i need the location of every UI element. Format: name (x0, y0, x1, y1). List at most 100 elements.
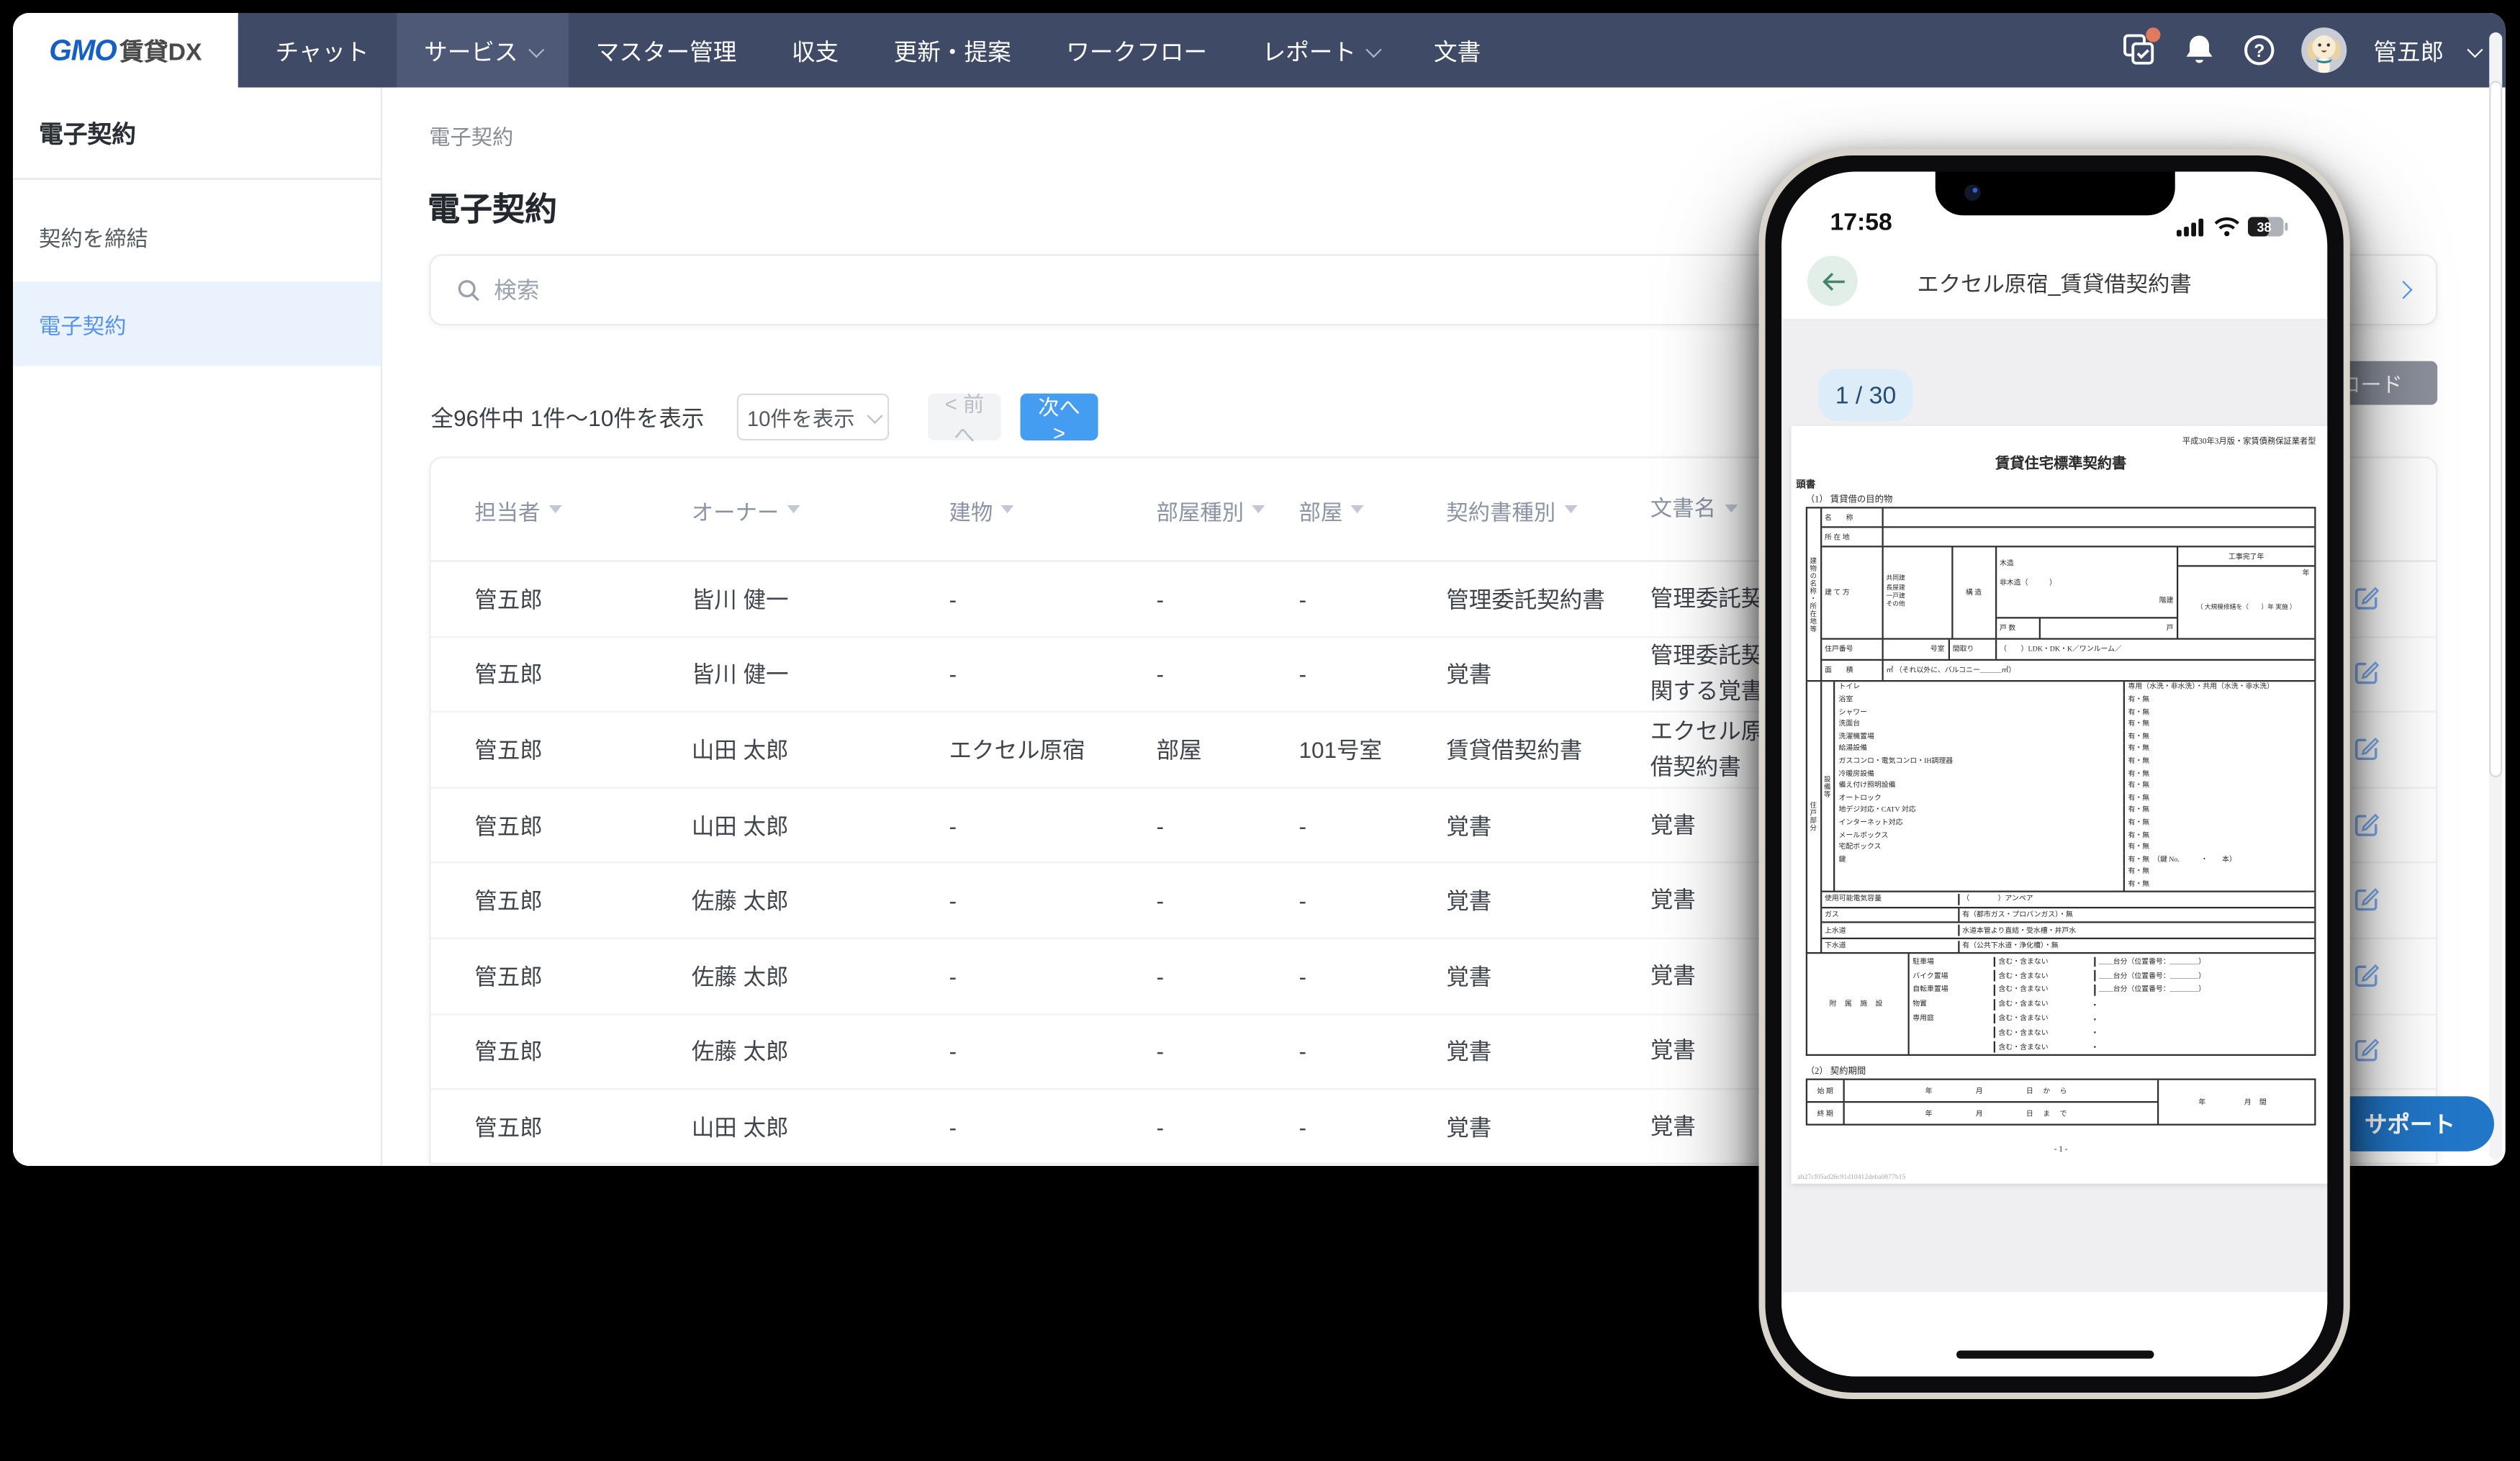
support-button[interactable]: サポート (2326, 1096, 2494, 1152)
cell-room: - (1299, 1039, 1307, 1064)
nav-item-renewal[interactable]: 更新・提案 (866, 13, 1039, 88)
nav-item-document[interactable]: 文書 (1406, 13, 1509, 88)
phone-header-title: エクセル原宿_賃貸借契約書 (1781, 265, 2327, 297)
doc-equipment-row: 宅配ボックス 有・無 (1835, 841, 2314, 854)
cell-building: - (949, 1114, 957, 1140)
home-indicator[interactable] (1956, 1351, 2154, 1359)
doc-equipment-row: 洗濯機置場 有・無 (1835, 731, 2314, 743)
page-size-select[interactable]: 10件を表示 (737, 394, 890, 440)
nav-item-balance[interactable]: 収支 (764, 13, 867, 88)
cell-person: 管五郎 (474, 658, 543, 690)
doc-facilities-table: 附 属 施 設 駐車場 含む・含まない ＿＿台分（位置番号：＿＿＿＿） (1806, 954, 2316, 1056)
avatar-dog-illustration (2300, 27, 2346, 73)
chevron-down-icon (528, 41, 544, 57)
phone-notch (1935, 172, 2174, 216)
phone-bottom-bar (1781, 1293, 2327, 1377)
doc-term-start-row: 始 期 年 月 日から (1807, 1080, 2157, 1103)
doc-section1-heading: （1） 賃貸借の目的物 (1806, 492, 2316, 505)
nav-item-workflow[interactable]: ワークフロー (1039, 13, 1234, 88)
doc-building-table: 建物の名称・所在地等 名 称 所 在 地 (1806, 507, 2316, 682)
user-name[interactable]: 管五郎 (2373, 33, 2444, 67)
search-expand-button[interactable] (2397, 276, 2410, 305)
contract-document-page[interactable]: 平成30年3月版・家賃債務保証業者型 賃貸住宅標準契約書 頭書 （1） 賃貸借の… (1792, 426, 2328, 1184)
cell-owner: 佐藤 太郎 (692, 1036, 789, 1068)
cell-room: - (1299, 963, 1307, 989)
doc-equipment-row: メールボックス 有・無 (1835, 829, 2314, 841)
cell-room-type: - (1157, 1039, 1165, 1064)
tasks-icon[interactable] (2121, 32, 2157, 68)
cell-owner: 佐藤 太郎 (692, 960, 789, 992)
chevron-right-icon (2394, 281, 2412, 299)
doc-equipment-row: 有・無 (1835, 879, 2314, 891)
edit-icon[interactable] (2353, 1036, 2380, 1068)
column-header-owner[interactable]: オーナー (692, 493, 800, 525)
svg-text:?: ? (2253, 42, 2264, 61)
edit-icon[interactable] (2353, 885, 2380, 917)
doc-equipment-row: オートロック 有・無 (1835, 792, 2314, 805)
edit-icon-glyph (2353, 658, 2380, 685)
edit-icon-glyph (2353, 1036, 2380, 1063)
column-header-room-type[interactable]: 部屋種別 (1157, 493, 1265, 525)
vertical-scrollbar[interactable] (2489, 32, 2502, 1159)
doc-equipment-row: 有・無 (1835, 867, 2314, 879)
edit-icon[interactable] (2353, 960, 2380, 992)
help-icon[interactable]: ? (2241, 32, 2277, 68)
cell-owner: 佐藤 太郎 (692, 885, 789, 917)
cell-contract-type: 覚書 (1446, 1036, 1491, 1068)
filter-triangle-icon (1001, 505, 1014, 513)
prev-page-button[interactable]: < 前へ (928, 394, 1001, 440)
cell-owner: 皆川 健一 (692, 658, 789, 690)
avatar[interactable] (2300, 27, 2346, 73)
column-header-room[interactable]: 部屋 (1299, 493, 1364, 525)
cell-room-type: 部屋 (1157, 733, 1202, 766)
cell-building: - (949, 586, 957, 612)
nav-item-master[interactable]: マスター管理 (568, 13, 764, 88)
chevron-down-icon (867, 408, 882, 424)
doc-utility-row: 上水道 水道本管より直結・受水槽・井戸水 (1822, 922, 2315, 938)
doc-equipment-row: 備え付け照明設備 有・無 (1835, 780, 2314, 792)
column-header-building[interactable]: 建物 (949, 493, 1014, 525)
doc-building-vertical-label: 建物の名称・所在地等 (1807, 509, 1822, 681)
doc-utility-row: ガス 有（都市ガス・プロパンガス）・無 (1822, 906, 2315, 922)
app-logo[interactable]: GMO 賃貸DX (13, 13, 238, 88)
scrollbar-thumb[interactable] (2489, 81, 2502, 778)
column-header-person[interactable]: 担当者 (474, 493, 561, 525)
sidebar-item-conclude-contract[interactable]: 契約を締結 (13, 204, 381, 269)
doc-term-duration: 年 月間 (2157, 1080, 2314, 1124)
edit-icon[interactable] (2353, 658, 2380, 690)
doc-utility-row: 使用可能電気容量 （ ）アンペア (1822, 891, 2315, 907)
cell-room-type: - (1157, 586, 1165, 612)
phone-time: 17:58 (1830, 209, 1892, 236)
doc-facility-row: 物置 含む・含まない (1910, 998, 2315, 1012)
filter-triangle-icon (1724, 505, 1737, 513)
battery-icon: 38 (2248, 217, 2288, 237)
search-input[interactable]: 検索 (494, 273, 539, 306)
edit-icon[interactable] (2353, 583, 2380, 615)
edit-icon[interactable] (2353, 809, 2380, 841)
cell-owner: 山田 太郎 (692, 1111, 789, 1143)
notification-dot (2145, 27, 2159, 42)
cell-room: - (1299, 586, 1307, 612)
cell-owner: 皆川 健一 (692, 583, 789, 615)
next-page-button[interactable]: 次へ > (1021, 394, 1098, 440)
cell-building: - (949, 887, 957, 913)
sidebar-title: 電子契約 (13, 88, 381, 151)
bell-icon[interactable] (2181, 32, 2217, 68)
nav-item-chat[interactable]: チャット (248, 13, 397, 88)
cell-room: - (1299, 1114, 1307, 1140)
edit-icon[interactable] (2353, 733, 2380, 766)
phone-screen: 17:58 3 (1781, 172, 2327, 1377)
edit-icon-glyph (2353, 960, 2380, 987)
breadcrumb[interactable]: 電子契約 (429, 120, 513, 151)
column-header-contract-type[interactable]: 契約書種別 (1446, 493, 1576, 525)
cell-person: 管五郎 (474, 583, 543, 615)
doc-equipment-row: シャワー 有・無 (1835, 706, 2314, 718)
chevron-down-icon[interactable] (2467, 41, 2483, 57)
sidebar-item-e-contract[interactable]: 電子契約 (13, 282, 381, 366)
bell-icon-glyph (2182, 32, 2215, 68)
cell-building: - (949, 813, 957, 838)
nav-item-report[interactable]: レポート (1234, 13, 1406, 88)
nav-right-group: ? 管五郎 (2121, 13, 2479, 88)
nav-item-service[interactable]: サービス (397, 13, 569, 88)
doc-equipment-row: 冷暖房設備 有・無 (1835, 768, 2314, 780)
